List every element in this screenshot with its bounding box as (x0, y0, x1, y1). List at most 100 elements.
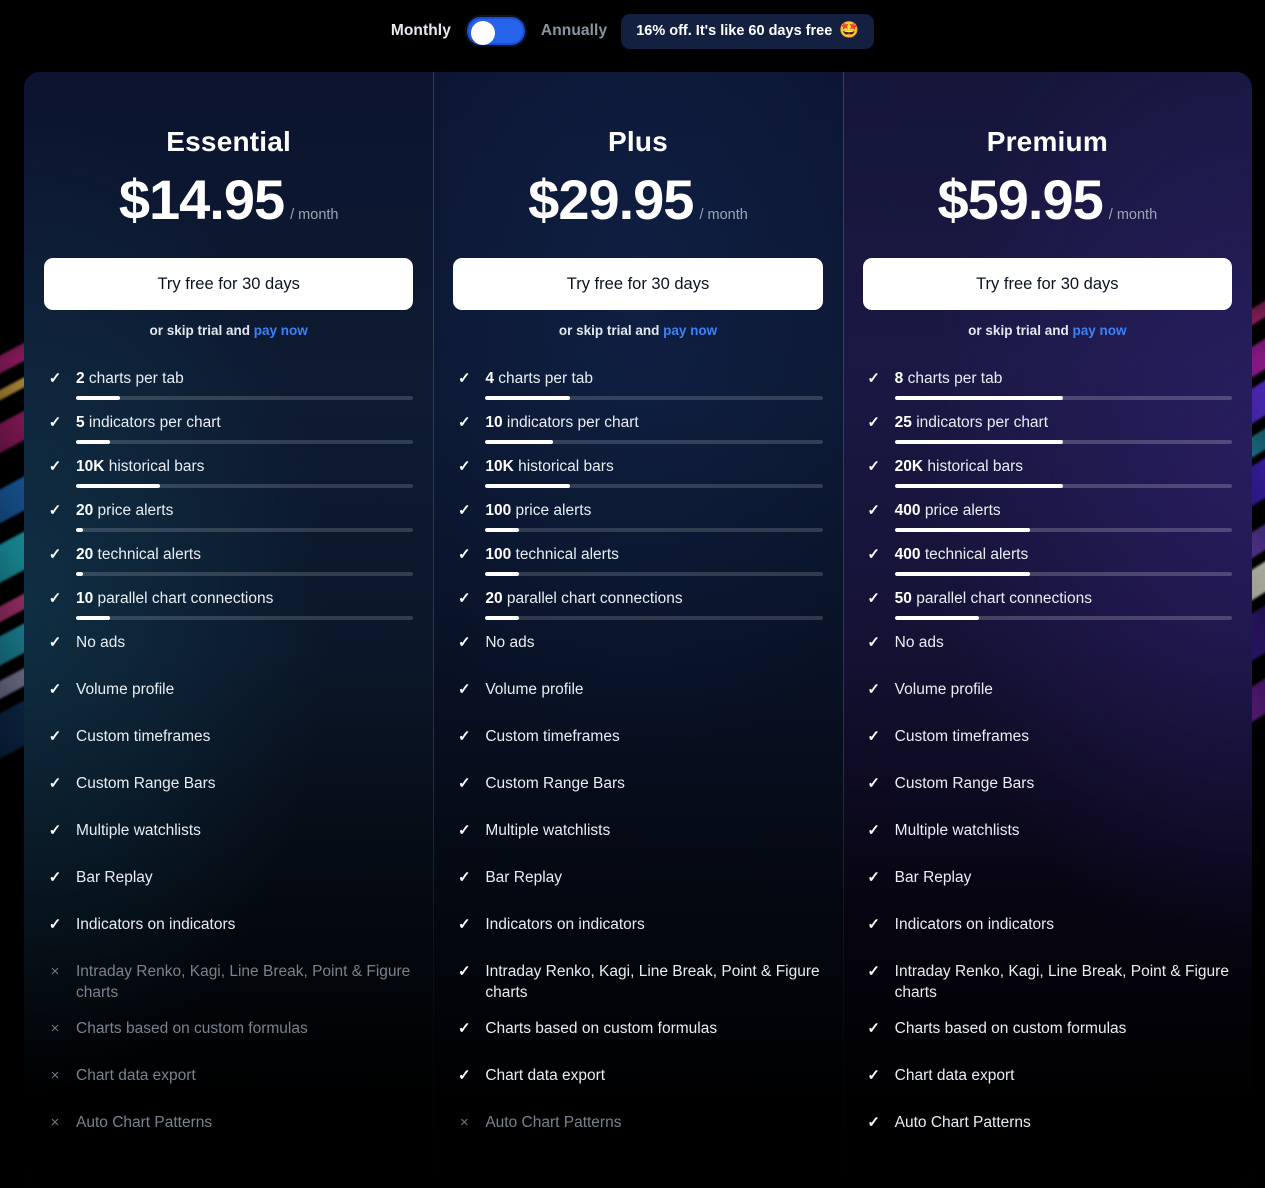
feature-label: Multiple watchlists (76, 822, 201, 839)
plan-price-row: $59.95 / month (863, 172, 1232, 228)
promo-discount-badge[interactable]: 16% off. It's like 60 days free 🤩 (621, 13, 875, 49)
check-icon: ✓ (458, 869, 471, 886)
feature-item: ✓ Custom timeframes (453, 726, 822, 758)
billing-monthly-label[interactable]: Monthly (391, 22, 451, 40)
feature-progress-bar (894, 528, 1232, 532)
check-icon: ✓ (867, 1067, 880, 1084)
feature-label: Intraday Renko, Kagi, Line Break, Point … (485, 963, 820, 1001)
feature-progress-fill (76, 484, 161, 488)
pay-now-link[interactable]: pay now (663, 323, 717, 338)
check-icon: ✓ (458, 822, 471, 839)
feature-item: ✓ No ads (44, 632, 413, 664)
feature-label: 20 technical alerts (76, 546, 201, 563)
try-free-button[interactable]: Try free for 30 days (453, 258, 823, 310)
feature-item: ✓ 100 technical alerts (453, 544, 823, 576)
try-free-button[interactable]: Try free for 30 days (862, 258, 1232, 310)
check-icon: ✓ (458, 370, 471, 387)
feature-quantity: 8 (894, 370, 904, 387)
feature-progress-fill (76, 528, 83, 532)
feature-progress-fill (485, 484, 570, 488)
feature-progress-fill (485, 440, 553, 444)
feature-quantity: 100 (485, 502, 512, 519)
feature-label: Volume profile (485, 681, 584, 698)
feature-quantity: 10K (76, 458, 105, 475)
plan-price-period: / month (290, 207, 339, 223)
cross-icon: × (459, 1114, 469, 1131)
plan-price: $59.95 (937, 168, 1104, 231)
feature-list: ✓ 2 charts per tab ✓ 5 indicators per chart… (44, 368, 414, 1144)
check-icon: ✓ (458, 1020, 471, 1037)
feature-label: 100 technical alerts (485, 546, 619, 563)
feature-quantity: 4 (485, 370, 494, 387)
check-icon: ✓ (867, 916, 880, 933)
feature-label: Volume profile (76, 681, 175, 698)
feature-item: ✓ Multiple watchlists (863, 820, 1232, 852)
feature-quantity: 10 (76, 590, 94, 607)
feature-label: Bar Replay (894, 869, 972, 886)
check-icon: ✓ (48, 546, 62, 563)
feature-item: ✓ Bar Replay (44, 867, 413, 899)
feature-progress-bar (76, 528, 414, 532)
feature-item: ✓ 100 price alerts (453, 500, 823, 532)
try-free-button[interactable]: Try free for 30 days (44, 258, 414, 310)
feature-quantity: 50 (894, 590, 912, 607)
plan-price-period: / month (699, 207, 748, 223)
check-icon: ✓ (867, 728, 880, 745)
feature-label: 5 indicators per chart (76, 414, 221, 431)
feature-item: ✓ 8 charts per tab (863, 368, 1232, 400)
feature-quantity: 5 (76, 414, 85, 431)
skip-trial-row: or skip trial and pay now (44, 323, 413, 338)
feature-item: ✓ Indicators on indicators (453, 914, 822, 946)
feature-label: 4 charts per tab (485, 370, 594, 387)
billing-annually-label[interactable]: Annually (541, 22, 607, 40)
feature-quantity: 25 (894, 414, 912, 431)
feature-label: 8 charts per tab (894, 370, 1003, 387)
check-icon: ✓ (48, 681, 62, 698)
feature-label: 10K historical bars (485, 458, 614, 475)
feature-item: ✓ 400 technical alerts (863, 544, 1232, 576)
feature-progress-bar (76, 440, 414, 444)
check-icon: ✓ (867, 458, 880, 475)
feature-item: ✓ Custom Range Bars (863, 773, 1232, 805)
check-icon: ✓ (48, 775, 62, 792)
feature-label: 50 parallel chart connections (894, 590, 1092, 607)
feature-progress-fill (76, 440, 110, 444)
feature-label: Custom Range Bars (485, 775, 625, 792)
check-icon: ✓ (458, 590, 471, 607)
feature-progress-bar (894, 440, 1232, 444)
feature-item: ✓ 20K historical bars (863, 456, 1232, 488)
pricing-card-premium: Premium $59.95 / month Try free for 30 d… (842, 72, 1252, 1188)
feature-item: ✓ 20 price alerts (44, 500, 414, 532)
feature-label: Indicators on indicators (76, 916, 236, 933)
feature-label: Indicators on indicators (894, 916, 1055, 933)
billing-period-toggle[interactable] (464, 15, 527, 47)
feature-item: ✓ 5 indicators per chart (44, 412, 414, 444)
feature-progress-bar (894, 616, 1232, 620)
feature-progress-fill (894, 484, 1064, 488)
promo-badge-text: 16% off. It's like 60 days free (636, 22, 833, 39)
skip-trial-row: or skip trial and pay now (453, 323, 822, 338)
feature-label: Charts based on custom formulas (485, 1020, 718, 1037)
skip-trial-prefix: or skip trial and (558, 323, 664, 338)
pay-now-link[interactable]: pay now (254, 323, 308, 338)
check-icon: ✓ (867, 822, 880, 839)
check-icon: ✓ (867, 681, 880, 698)
feature-item: ✓ Volume profile (453, 679, 822, 711)
feature-item: × Intraday Renko, Kagi, Line Break, Point… (44, 961, 413, 1003)
feature-label: 25 indicators per chart (894, 414, 1049, 431)
feature-item: ✓ 20 parallel chart connections (453, 588, 823, 620)
feature-item: ✓ Multiple watchlists (453, 820, 822, 852)
feature-item: ✓ 50 parallel chart connections (863, 588, 1232, 620)
pay-now-link[interactable]: pay now (1072, 323, 1126, 338)
feature-item: ✓ Custom timeframes (44, 726, 413, 758)
feature-progress-fill (894, 396, 1064, 400)
check-icon: ✓ (867, 1020, 880, 1037)
feature-progress-fill (894, 616, 979, 620)
toggle-knob (470, 21, 495, 45)
feature-item: ✓ Intraday Renko, Kagi, Line Break, Point… (453, 961, 822, 1003)
check-icon: ✓ (48, 634, 62, 651)
feature-quantity: 10 (485, 414, 503, 431)
feature-quantity: 20K (894, 458, 924, 475)
feature-item: ✓ Intraday Renko, Kagi, Line Break, Point… (863, 961, 1232, 1003)
feature-item: ✓ Chart data export (453, 1065, 822, 1097)
